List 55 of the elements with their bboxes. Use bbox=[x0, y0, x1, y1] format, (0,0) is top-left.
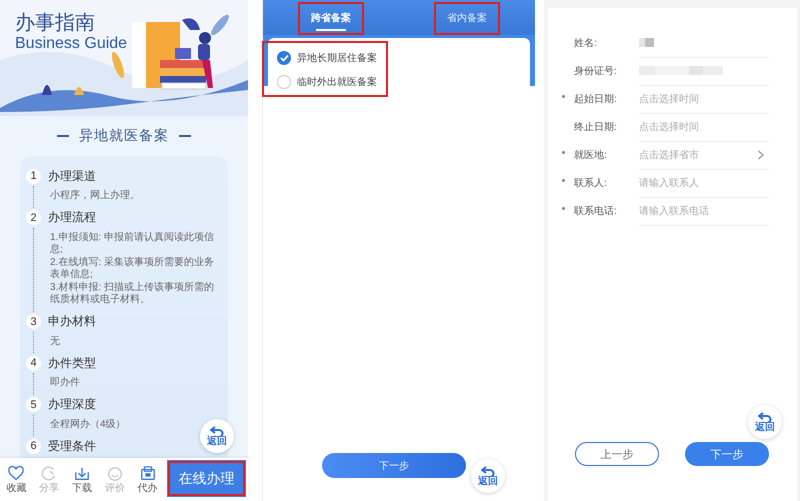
section-heading: 异地就医备案 bbox=[79, 127, 169, 145]
download-icon bbox=[74, 466, 90, 482]
smiley-icon bbox=[106, 466, 123, 482]
option-label: 异地长期居住备案 bbox=[297, 52, 377, 65]
picker-field[interactable]: 点击选择时间 bbox=[639, 92, 699, 106]
tab[interactable]: 省内备案 bbox=[435, 2, 499, 34]
step-title: 申办材料 bbox=[48, 313, 96, 330]
step-text: 小程序，网上办理。 bbox=[50, 190, 141, 202]
step-title: 办理渠道 bbox=[48, 168, 96, 184]
guide-subtitle: Business Guide bbox=[15, 35, 128, 53]
field-label: 身份证号: bbox=[574, 65, 618, 78]
step-number: 4 bbox=[26, 356, 41, 370]
input-field[interactable]: 请输入联系人 bbox=[639, 176, 699, 190]
field-label: 起始日期: bbox=[574, 92, 618, 106]
step-title: 办理深度 bbox=[48, 396, 96, 413]
step-number: 6 bbox=[26, 438, 41, 454]
previous-step-button[interactable]: 上一步 bbox=[575, 442, 659, 466]
online-apply-button[interactable]: 在线办理 bbox=[167, 460, 246, 497]
field-label: 就医地: bbox=[574, 148, 608, 162]
next-step-button[interactable]: 下一步 bbox=[322, 453, 466, 478]
step-number: 2 bbox=[26, 210, 41, 225]
step-title: 办理流程 bbox=[48, 209, 96, 226]
field-label: 联系电话: bbox=[574, 204, 618, 218]
input-field[interactable]: 请输入联系电话 bbox=[639, 204, 709, 218]
field-label: 终止日期: bbox=[574, 120, 618, 134]
step-title: 办件类型 bbox=[48, 354, 96, 372]
picker-field[interactable]: 点击选择省市 bbox=[639, 148, 699, 162]
step-number: 5 bbox=[26, 397, 41, 412]
field-label: 姓名: bbox=[574, 37, 598, 50]
undo-icon bbox=[758, 412, 772, 422]
radio-button[interactable] bbox=[277, 51, 291, 65]
step-text: 1.申报须知: 申报前请认真阅读此项信息; bbox=[50, 232, 215, 256]
step-text: 无 bbox=[50, 336, 61, 348]
guide-title: 办事指南 bbox=[15, 11, 95, 36]
step-number: 3 bbox=[26, 314, 41, 329]
tab[interactable]: 跨省备案 bbox=[299, 2, 363, 34]
step-text: 2.在线填写: 采集该事项所需要的业务表单信息; bbox=[50, 256, 215, 282]
toolbar-button[interactable]: 代办 bbox=[138, 466, 158, 494]
step-number: 1 bbox=[26, 168, 41, 184]
toolbar-button[interactable]: 收藏 bbox=[6, 466, 26, 494]
chevron-right-icon bbox=[757, 150, 765, 160]
toolbar-button[interactable]: 下载 bbox=[72, 466, 92, 494]
undo-icon bbox=[481, 466, 495, 476]
step-text: 即办件 bbox=[50, 377, 81, 390]
step-title: 受理条件 bbox=[48, 438, 96, 454]
undo-icon bbox=[210, 426, 224, 436]
step-text: 3.材料申报: 扫描或上传该事项所需的纸质材料或电子材料。 bbox=[50, 282, 215, 306]
blurred-value bbox=[639, 38, 654, 47]
step-text: 全程网办（4级） bbox=[50, 418, 127, 431]
heart-icon bbox=[8, 466, 24, 482]
option-label: 临时外出就医备案 bbox=[297, 76, 377, 89]
picker-field[interactable]: 点击选择时间 bbox=[639, 120, 699, 134]
radio-button[interactable] bbox=[277, 75, 291, 89]
field-label: 联系人: bbox=[574, 176, 608, 190]
next-step-button[interactable]: 下一步 bbox=[685, 442, 769, 466]
